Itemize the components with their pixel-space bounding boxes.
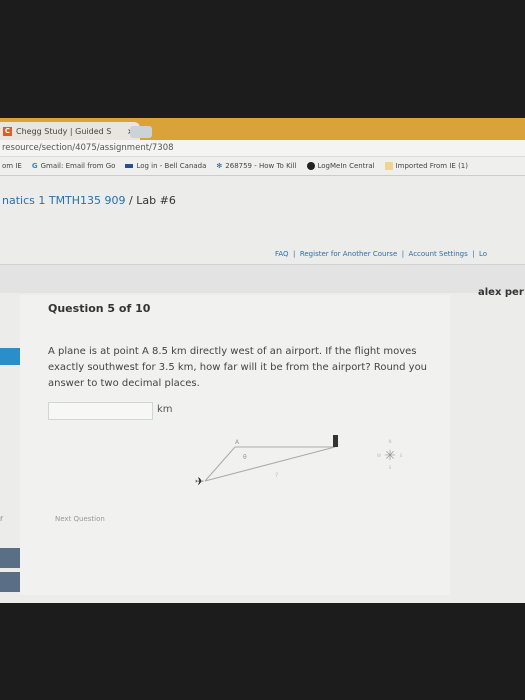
sidebar-item[interactable]: [0, 548, 20, 568]
header-band: [0, 264, 525, 293]
chegg-icon: C: [3, 126, 12, 136]
link-account-settings[interactable]: Account Settings: [409, 250, 468, 258]
point-a-label: A: [235, 439, 240, 446]
pinwheel-icon: ✻: [216, 162, 223, 170]
folder-icon: [384, 162, 393, 170]
plane-icon: ✈: [195, 475, 204, 488]
user-name: alex per: [478, 287, 524, 298]
svg-text:N: N: [389, 439, 392, 444]
sidebar-item[interactable]: [0, 572, 20, 592]
compass-icon: ✳ N E S W: [377, 439, 403, 470]
new-tab-button[interactable]: [130, 126, 152, 138]
breadcrumb-current: Lab #6: [136, 194, 176, 207]
bookmark-ie[interactable]: om IE: [2, 162, 22, 170]
bookmark-imported[interactable]: Imported From IE (1): [384, 162, 468, 170]
svg-text:E: E: [400, 453, 403, 458]
answer-unit: km: [157, 404, 173, 415]
southwest-path: [204, 446, 236, 482]
unknown-label: ?: [275, 472, 278, 479]
answer-input[interactable]: [48, 402, 153, 420]
question-text: A plane is at point A 8.5 km directly we…: [48, 346, 428, 389]
svg-text:S: S: [389, 465, 392, 470]
tab-title: Chegg Study | Guided S: [16, 126, 112, 136]
bookmark-howto[interactable]: ✻ 268759 - How To Kill: [216, 162, 296, 170]
bookmark-gmail[interactable]: G Gmail: Email from Go: [32, 162, 116, 170]
svg-text:✳: ✳: [384, 448, 396, 464]
bookmark-bell[interactable]: Log in - Bell Canada: [125, 162, 206, 170]
link-register[interactable]: Register for Another Course: [300, 250, 397, 258]
airport-tower-icon: [333, 435, 338, 447]
bell-icon: [125, 164, 134, 168]
angle-label: θ: [243, 454, 247, 461]
question-figure: ✈ A θ ? ✳ N E S W: [195, 435, 403, 488]
address-bar[interactable]: resource/section/4075/assignment/7308: [0, 140, 525, 157]
bookmarks-bar: om IE G Gmail: Email from Go Log in - Bel…: [0, 157, 525, 176]
link-faq[interactable]: FAQ: [275, 250, 289, 258]
tab-chegg[interactable]: C Chegg Study | Guided S ×: [0, 122, 140, 140]
distance-path: [204, 446, 336, 482]
tab-bar: C Chegg Study | Guided S ×: [0, 118, 525, 140]
breadcrumb-course[interactable]: natics 1 TMTH135 909: [2, 194, 126, 207]
svg-text:W: W: [377, 453, 381, 458]
next-question-button[interactable]: Next Question: [55, 515, 105, 523]
google-icon: G: [31, 162, 38, 170]
breadcrumb: natics 1 TMTH135 909 / Lab #6: [2, 194, 176, 207]
logmein-icon: [306, 162, 315, 170]
link-logout[interactable]: Lo: [479, 250, 487, 258]
top-links: FAQ | Register for Another Course | Acco…: [275, 250, 488, 258]
question-title: Question 5 of 10: [48, 302, 151, 315]
sidebar-fragment: r: [0, 514, 4, 523]
sidebar-active-marker[interactable]: [0, 348, 20, 365]
bookmark-logmein[interactable]: LogMeIn Central: [306, 162, 375, 170]
